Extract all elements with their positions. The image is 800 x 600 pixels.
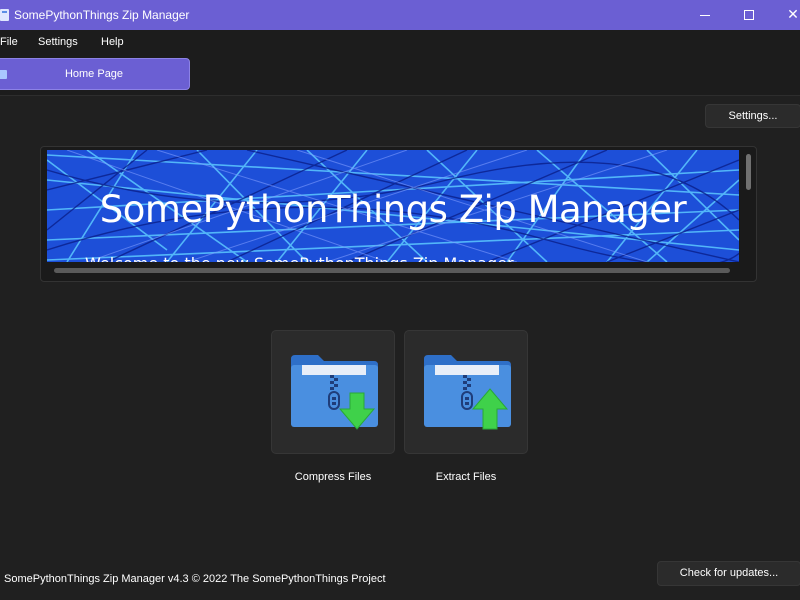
banner-vertical-scrollbar[interactable] bbox=[745, 152, 753, 260]
menu-bar: File Settings Help bbox=[0, 30, 800, 54]
title-bar: SomePythonThings Zip Manager ✕ bbox=[0, 0, 800, 30]
menu-settings[interactable]: Settings bbox=[38, 36, 78, 48]
banner-title: SomePythonThings Zip Manager bbox=[99, 188, 687, 231]
maximize-icon bbox=[744, 10, 754, 20]
banner-image: SomePythonThings Zip Manager Welcome to … bbox=[47, 150, 739, 262]
menu-file[interactable]: File bbox=[0, 36, 18, 48]
compress-files-label: Compress Files bbox=[294, 471, 372, 483]
version-copyright-text: SomePythonThings Zip Manager v4.3 © 2022… bbox=[4, 573, 386, 585]
settings-button[interactable]: Settings... bbox=[705, 104, 800, 128]
tab-home-page[interactable]: Home Page bbox=[0, 58, 190, 90]
banner-horizontal-scrollbar[interactable] bbox=[50, 266, 738, 274]
compress-files-button[interactable] bbox=[271, 330, 395, 454]
menu-help[interactable]: Help bbox=[101, 36, 124, 48]
close-button[interactable]: ✕ bbox=[770, 0, 800, 30]
minimize-button[interactable] bbox=[682, 0, 728, 30]
minimize-icon bbox=[700, 14, 710, 16]
banner-welcome-text: Welcome to the new SomePythonThings Zip … bbox=[85, 254, 514, 262]
horizontal-scrollbar-thumb[interactable] bbox=[54, 268, 730, 273]
window-title: SomePythonThings Zip Manager bbox=[14, 8, 190, 22]
maximize-button[interactable] bbox=[726, 0, 772, 30]
tab-home-page-label: Home Page bbox=[64, 68, 124, 80]
tab-bar: Home Page bbox=[0, 54, 800, 96]
app-icon bbox=[0, 9, 9, 21]
extract-files-button[interactable] bbox=[404, 330, 528, 454]
close-icon: ✕ bbox=[787, 7, 799, 23]
folder-zip-extract-icon bbox=[424, 355, 511, 430]
folder-zip-compress-icon bbox=[291, 355, 378, 430]
vertical-scrollbar-thumb[interactable] bbox=[746, 154, 751, 190]
check-for-updates-button[interactable]: Check for updates... bbox=[657, 561, 800, 586]
extract-files-label: Extract Files bbox=[435, 471, 497, 483]
